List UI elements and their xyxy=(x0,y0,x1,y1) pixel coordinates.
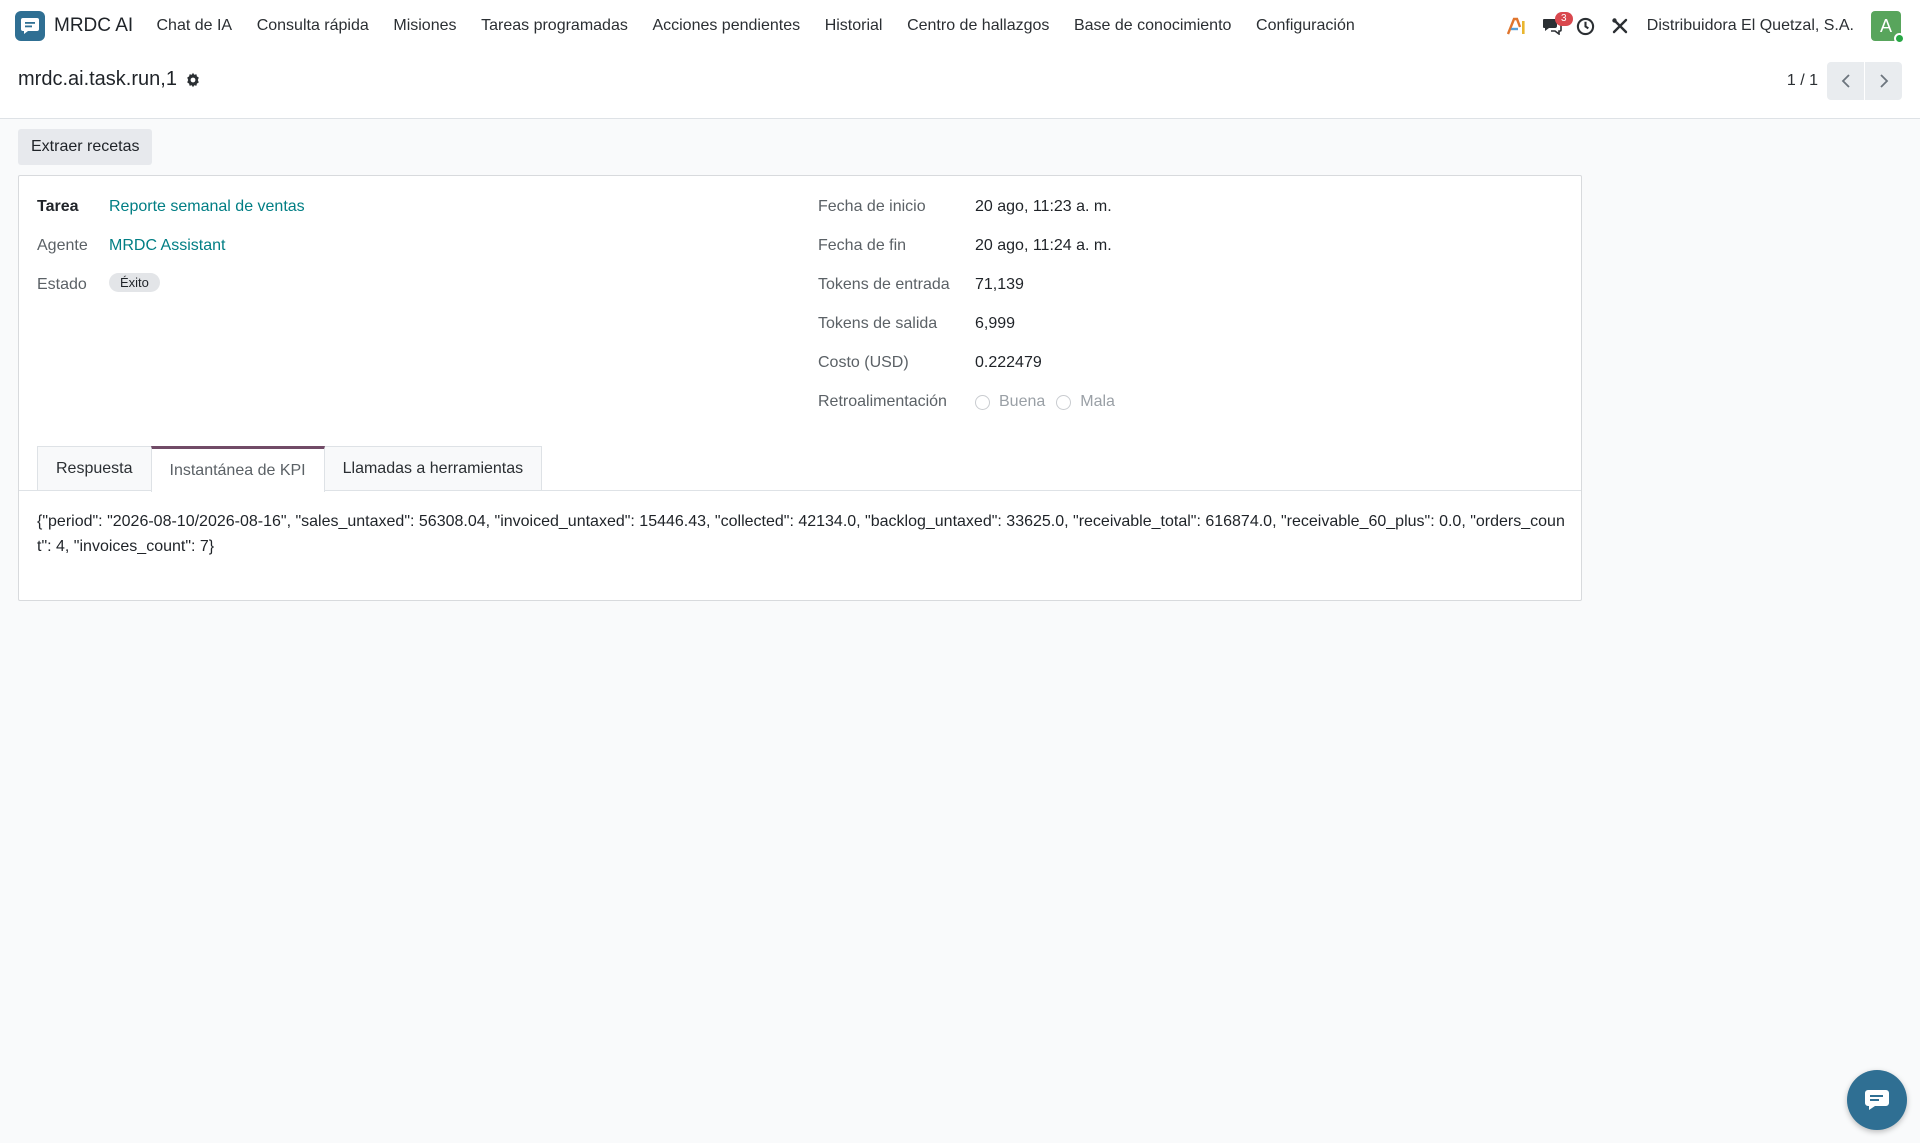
field-task-value[interactable]: Reporte semanal de ventas xyxy=(109,198,305,216)
notebook-tabs: Respuesta Instantánea de KPI Llamadas a … xyxy=(37,446,543,492)
field-end-date-value: 20 ago, 11:24 a. m. xyxy=(975,237,1112,254)
company-switcher[interactable]: Distribuidora El Quetzal, S.A. xyxy=(1647,17,1854,35)
feedback-bad-label[interactable]: Mala xyxy=(1080,393,1115,411)
pager-next-button[interactable] xyxy=(1865,62,1902,100)
field-cost-value: 0.222479 xyxy=(975,354,1042,371)
menu-item-chat[interactable]: Chat de IA xyxy=(144,0,244,52)
clock-icon[interactable] xyxy=(1569,0,1603,52)
field-tokens-out-value: 6,999 xyxy=(975,315,1016,332)
menu-item-findings[interactable]: Centro de hallazgos xyxy=(895,0,1062,52)
field-agent: Agente MRDC Assistant xyxy=(37,234,225,258)
menu-item-knowledge-base[interactable]: Base de conocimiento xyxy=(1062,0,1244,52)
app-name: MRDC AI xyxy=(54,15,134,36)
feedback-bad-radio[interactable] xyxy=(1056,394,1072,410)
control-panel: mrdc.ai.task.run,1 1 / 1 xyxy=(0,52,1920,119)
chevron-left-icon xyxy=(1841,74,1850,88)
chat-launcher-button[interactable] xyxy=(1847,1070,1907,1130)
form-sheet: Tarea Reporte semanal de ventas Agente M… xyxy=(18,175,1582,601)
ai-assistant-icon[interactable] xyxy=(1501,0,1535,52)
tab-tool-calls[interactable]: Llamadas a herramientas xyxy=(323,446,543,491)
record-title: mrdc.ai.task.run,1 xyxy=(18,68,177,90)
field-cost-label: Costo (USD) xyxy=(818,354,909,371)
field-agent-value[interactable]: MRDC Assistant xyxy=(109,237,225,255)
kpi-snapshot-content: {"period": "2026-08-10/2026-08-16", "sal… xyxy=(37,513,1565,555)
menu-item-history[interactable]: Historial xyxy=(812,0,894,52)
field-cost: Costo (USD) 0.222479 xyxy=(818,351,1042,375)
gear-icon[interactable] xyxy=(185,72,201,88)
status-badge: Éxito xyxy=(109,273,160,292)
field-start-date-value: 20 ago, 11:23 a. m. xyxy=(975,198,1112,215)
app-logo-icon xyxy=(15,11,45,41)
field-feedback-label: Retroalimentación xyxy=(818,393,947,410)
field-end-date-label: Fecha de fin xyxy=(818,237,907,254)
menu-item-scheduled-tasks[interactable]: Tareas programadas xyxy=(469,0,640,52)
field-task-label: Tarea xyxy=(37,198,79,215)
field-tokens-out: Tokens de salida 6,999 xyxy=(818,312,1015,336)
breadcrumb: mrdc.ai.task.run,1 xyxy=(18,68,201,91)
main-menu: Chat de IA Consulta rápida Misiones Tare… xyxy=(144,0,1367,52)
menu-item-pending-actions[interactable]: Acciones pendientes xyxy=(640,0,812,52)
user-avatar[interactable]: A xyxy=(1871,11,1905,44)
top-navbar: MRDC AI Chat de IA Consulta rápida Misio… xyxy=(0,0,1920,52)
field-start-date-label: Fecha de inicio xyxy=(818,198,926,215)
app-brand[interactable]: MRDC AI xyxy=(15,0,133,52)
field-agent-label: Agente xyxy=(37,237,88,254)
tab-response[interactable]: Respuesta xyxy=(37,446,152,491)
pager: 1 / 1 xyxy=(1787,62,1902,100)
field-status: Estado Éxito xyxy=(37,273,160,297)
field-end-date: Fecha de fin 20 ago, 11:24 a. m. xyxy=(818,234,1112,258)
feedback-radio-group: Buena Mala xyxy=(975,393,1126,411)
field-tokens-in-value: 71,139 xyxy=(975,276,1024,293)
field-status-label: Estado xyxy=(37,276,87,293)
field-tokens-in: Tokens de entrada 71,139 xyxy=(818,273,1024,297)
avatar-initial: A xyxy=(1879,15,1892,36)
menu-item-settings[interactable]: Configuración xyxy=(1244,0,1367,52)
extract-recipes-button[interactable]: Extraer recetas xyxy=(18,129,153,165)
pager-previous-button[interactable] xyxy=(1827,62,1864,100)
feedback-good-radio[interactable] xyxy=(975,394,990,410)
field-tokens-out-label: Tokens de salida xyxy=(818,315,938,332)
online-status-icon xyxy=(1894,33,1905,44)
pager-value[interactable]: 1 / 1 xyxy=(1787,72,1818,90)
field-tokens-in-label: Tokens de entrada xyxy=(818,276,950,293)
feedback-good-label[interactable]: Buena xyxy=(999,393,1045,411)
chevron-right-icon xyxy=(1879,74,1888,88)
systray: 3 Distribuidora El Quetzal, S.A. A xyxy=(1501,0,1920,52)
tab-kpi-snapshot[interactable]: Instantánea de KPI xyxy=(150,446,325,492)
messages-icon[interactable]: 3 xyxy=(1535,0,1573,52)
menu-item-missions[interactable]: Misiones xyxy=(381,0,469,52)
field-start-date: Fecha de inicio 20 ago, 11:23 a. m. xyxy=(818,195,1112,219)
menu-item-quick-query[interactable]: Consulta rápida xyxy=(244,0,381,52)
field-feedback: Retroalimentación Buena Mala xyxy=(818,390,1115,414)
tools-icon[interactable] xyxy=(1603,0,1637,52)
chat-bubble-icon xyxy=(1865,1090,1889,1110)
field-task: Tarea Reporte semanal de ventas xyxy=(37,195,305,219)
